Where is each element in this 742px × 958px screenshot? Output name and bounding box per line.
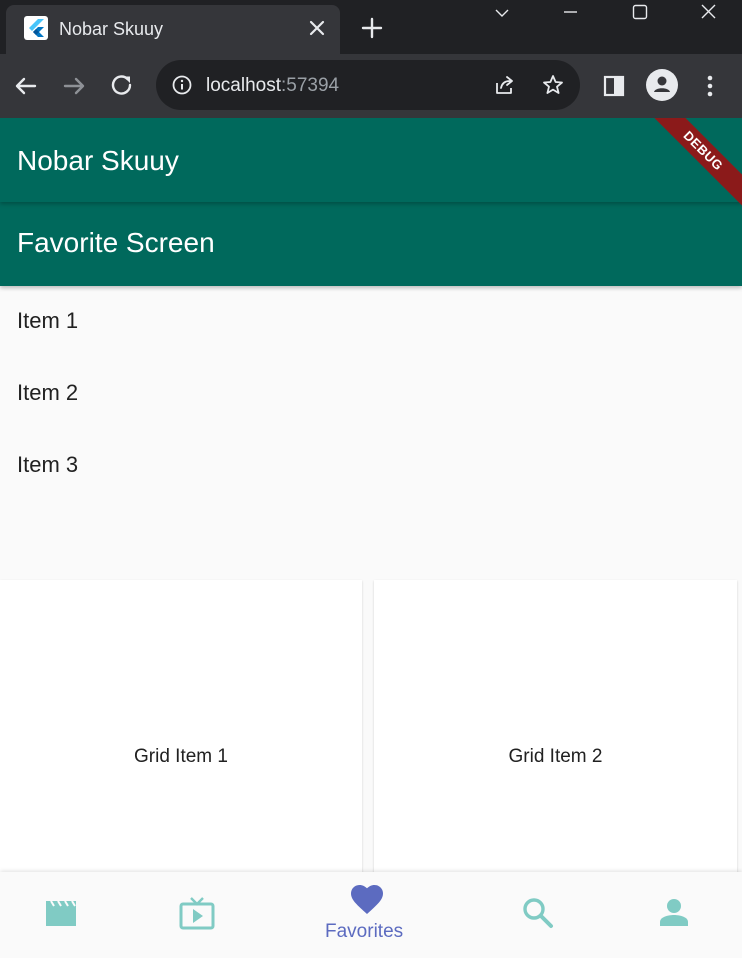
close-window-icon[interactable]: [684, 0, 732, 30]
screen-title: Favorite Screen: [17, 227, 215, 258]
nav-item-tv[interactable]: [166, 872, 230, 958]
flutter-favicon-icon: [24, 16, 48, 40]
reload-icon[interactable]: [108, 72, 136, 100]
url-host: localhost: [206, 75, 281, 96]
favorites-list: Item 1 Item 2 Item 3: [0, 286, 742, 502]
forward-arrow-icon[interactable]: [60, 72, 88, 100]
list-item[interactable]: Item 1: [0, 286, 742, 358]
grid-item[interactable]: Grid Item 2: [374, 580, 737, 880]
nav-item-movies[interactable]: [30, 872, 94, 958]
share-icon[interactable]: [493, 73, 517, 97]
profile-avatar-icon[interactable]: [645, 68, 679, 102]
side-panel-icon[interactable]: [600, 72, 628, 100]
back-arrow-icon[interactable]: [12, 72, 40, 100]
list-item-label: Item 2: [17, 380, 79, 405]
bookmark-star-icon[interactable]: [541, 73, 565, 97]
list-item-label: Item 3: [17, 452, 79, 477]
app-title: Nobar Skuuy: [17, 145, 179, 176]
nav-item-search[interactable]: [506, 872, 570, 958]
favorite-icon: [351, 885, 383, 914]
list-item[interactable]: Item 3: [0, 430, 742, 502]
url-port: :57394: [281, 75, 340, 96]
bottom-navigation-bar: Favorites: [0, 872, 742, 958]
grid-item[interactable]: Grid Item 1: [0, 580, 362, 880]
grid-item-label: Grid Item 2: [508, 746, 603, 767]
tab-title: Nobar Skuuy: [59, 19, 164, 39]
favorites-grid: Grid Item 1 Grid Item 2: [0, 580, 742, 880]
tab-search-chevron-icon[interactable]: [478, 0, 526, 30]
app-viewport: Nobar Skuuy DEBUG Favorite Screen Item 1…: [0, 118, 742, 958]
url-text: localhost:57394: [206, 75, 339, 97]
close-tab-icon[interactable]: [306, 17, 328, 39]
more-menu-icon[interactable]: [696, 72, 724, 100]
search-icon: [523, 898, 553, 928]
new-tab-icon[interactable]: [360, 16, 384, 40]
live-tv-icon: [179, 897, 215, 930]
app-bar: Nobar Skuuy: [0, 118, 742, 202]
nav-item-favorites[interactable]: Favorites: [316, 872, 420, 958]
movie-icon: [46, 900, 76, 926]
site-info-icon[interactable]: [171, 74, 193, 96]
address-bar[interactable]: localhost:57394: [156, 60, 580, 110]
nav-item-profile[interactable]: [642, 872, 706, 958]
browser-tab[interactable]: Nobar Skuuy: [6, 5, 340, 54]
list-item-label: Item 1: [17, 308, 79, 333]
minimize-icon[interactable]: [546, 0, 594, 30]
list-item[interactable]: Item 2: [0, 358, 742, 430]
browser-toolbar: localhost:57394: [0, 54, 742, 118]
grid-item-label: Grid Item 1: [134, 746, 228, 767]
browser-tab-strip: Nobar Skuuy: [0, 0, 742, 54]
screen-header: Favorite Screen: [0, 202, 742, 286]
maximize-icon[interactable]: [616, 0, 664, 30]
nav-label-favorites: Favorites: [325, 921, 404, 942]
person-icon: [660, 899, 688, 926]
